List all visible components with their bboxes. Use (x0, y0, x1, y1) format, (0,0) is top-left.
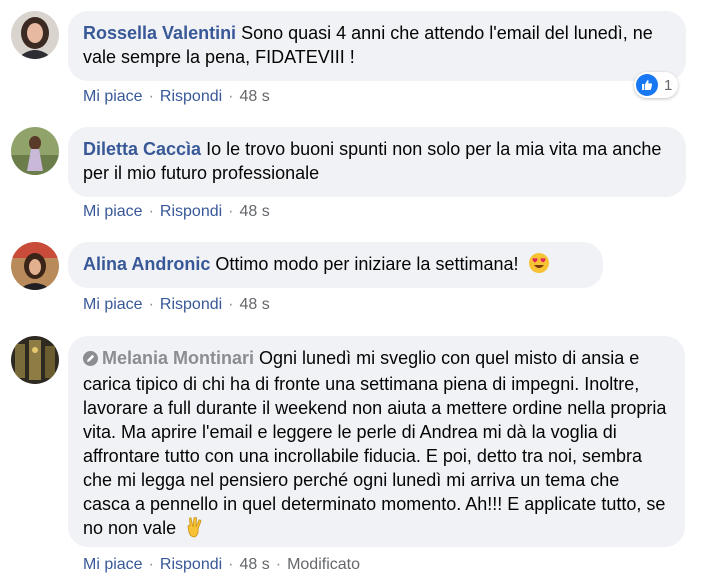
avatar[interactable] (11, 11, 59, 59)
comment-text: Ottimo modo per iniziare la settimana! (215, 254, 519, 274)
avatar[interactable] (11, 127, 59, 175)
comment-actions: Mi piace · Rispondi · 48 s (83, 295, 270, 315)
separator: · (148, 203, 154, 220)
timestamp[interactable]: 48 s (240, 296, 270, 313)
comment-author[interactable]: Alina Andronic (83, 254, 210, 274)
edited-label[interactable]: Modificato (287, 556, 360, 573)
like-link[interactable]: Mi piace (83, 296, 143, 313)
heart-eyes-emoji (528, 252, 550, 280)
like-link[interactable]: Mi piace (83, 556, 143, 573)
comment-author[interactable]: Rossella Valentini (83, 23, 236, 43)
comment-actions: Mi piace · Rispondi · 48 s · Modificato (83, 555, 360, 575)
victory-hand-emoji (185, 516, 205, 544)
like-icon (636, 74, 658, 96)
like-link[interactable]: Mi piace (83, 88, 143, 105)
avatar[interactable] (11, 242, 59, 290)
comment-bubble: Alina Andronic Ottimo modo per iniziare … (68, 242, 603, 288)
comment-bubble: Rossella Valentini Sono quasi 4 anni che… (68, 11, 686, 81)
separator: · (228, 203, 234, 220)
comment-text: Ogni lunedì mi sveglio con quel misto di… (83, 348, 667, 538)
reaction-count: 1 (664, 76, 673, 94)
reaction-summary[interactable]: 1 (634, 72, 679, 98)
comment-actions: Mi piace · Rispondi · 48 s (83, 87, 270, 107)
comment-bubble: Melania Montinari Ogni lunedì mi sveglio… (68, 336, 685, 547)
reply-link[interactable]: Rispondi (160, 203, 222, 220)
timestamp[interactable]: 48 s (240, 88, 270, 105)
like-link[interactable]: Mi piace (83, 203, 143, 220)
avatar[interactable] (11, 336, 59, 384)
reply-link[interactable]: Rispondi (160, 556, 222, 573)
timestamp[interactable]: 48 s (240, 556, 270, 573)
comment-author[interactable]: Melania Montinari (83, 348, 254, 368)
reply-link[interactable]: Rispondi (160, 88, 222, 105)
separator: · (275, 556, 282, 573)
separator: · (228, 88, 234, 105)
separator: · (148, 296, 154, 313)
separator: · (228, 556, 234, 573)
comment-bubble: Diletta Caccìa Io le trovo buoni spunti … (68, 127, 686, 197)
separator: · (148, 88, 154, 105)
comment-actions: Mi piace · Rispondi · 48 s (83, 202, 270, 222)
reply-link[interactable]: Rispondi (160, 296, 222, 313)
author-name: Melania Montinari (102, 348, 255, 368)
separator: · (228, 296, 234, 313)
edited-pencil-icon (83, 348, 98, 372)
separator: · (148, 556, 154, 573)
comment-author[interactable]: Diletta Caccìa (83, 139, 201, 159)
timestamp[interactable]: 48 s (240, 203, 270, 220)
